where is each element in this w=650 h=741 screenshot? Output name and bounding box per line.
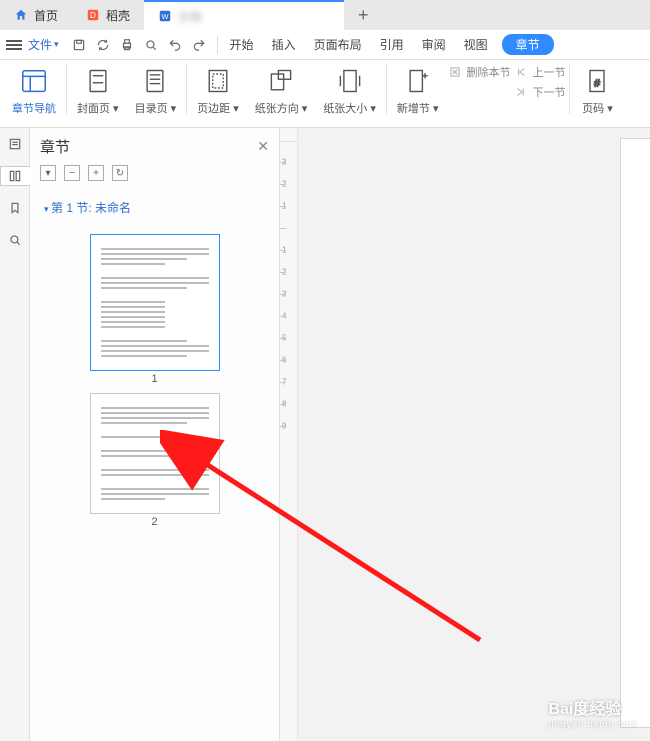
page-number-2: 2	[30, 516, 279, 528]
menu-start[interactable]: 开始	[228, 32, 256, 57]
sidetab-search[interactable]	[5, 230, 25, 250]
side-tabs	[0, 128, 30, 741]
ribbon-orientation[interactable]: 纸张方向 ▾	[249, 64, 314, 116]
sidetab-chapter[interactable]	[0, 166, 30, 186]
ribbon-prev-section[interactable]: 上一节	[514, 64, 565, 80]
menu-pagelayout[interactable]: 页面布局	[312, 32, 364, 57]
page-thumbnail-1[interactable]	[90, 234, 220, 371]
ribbon-margins[interactable]: 页边距 ▾	[191, 64, 245, 116]
label: 删除本节	[466, 64, 510, 80]
ribbon-section-ops: 删除本节	[448, 64, 510, 88]
preview-icon[interactable]	[143, 37, 159, 53]
page-thumbnails: 1 2	[30, 222, 279, 741]
orientation-icon	[264, 64, 298, 98]
file-label: 文件	[28, 36, 52, 53]
word-icon: W	[158, 9, 172, 23]
menu-view[interactable]: 视图	[462, 32, 490, 57]
paper-size-icon	[333, 64, 367, 98]
toc-page-icon	[138, 64, 172, 98]
separator	[186, 64, 187, 114]
label: 页边距 ▾	[197, 100, 239, 116]
ribbon-section-nav: 上一节 下一节	[514, 64, 565, 100]
ribbon-chapter-nav[interactable]: 章节导航	[6, 64, 62, 116]
margins-icon	[201, 64, 235, 98]
ribbon: 章节导航 封面页 ▾ 目录页 ▾ 页边距 ▾ 纸张方向 ▾ 纸张大小 ▾ 新增节…	[0, 60, 650, 128]
ribbon-page-number[interactable]: # 页码 ▾	[574, 64, 620, 116]
document-canvas[interactable]	[298, 128, 650, 741]
quick-access-toolbar	[71, 37, 207, 53]
page-number-1: 1	[30, 373, 279, 385]
cover-page-icon	[81, 64, 115, 98]
save-icon[interactable]	[71, 37, 87, 53]
label: 目录页 ▾	[135, 100, 177, 116]
redo-icon[interactable]	[191, 37, 207, 53]
separator	[386, 64, 387, 114]
ribbon-paper-size[interactable]: 纸张大小 ▾	[317, 64, 382, 116]
section-1-title[interactable]: 第 1 节: 未命名	[30, 189, 279, 222]
file-menu[interactable]: 文件	[28, 36, 59, 53]
chapter-panel: 章节 ✕ ▾ − + ↻ 第 1 节: 未命名 1	[30, 128, 280, 741]
tab-daoke-label: 稻壳	[106, 7, 130, 24]
ribbon-toc-page[interactable]: 目录页 ▾	[129, 64, 183, 116]
separator	[569, 64, 570, 114]
sidetab-outline[interactable]	[5, 134, 25, 154]
menu-chapter-active[interactable]: 章节	[502, 34, 554, 55]
panel-tool-expand[interactable]: ▾	[40, 165, 56, 181]
ribbon-delete-section[interactable]: 删除本节	[448, 64, 510, 80]
panel-tool-add[interactable]: +	[88, 165, 104, 181]
document-page	[620, 138, 650, 728]
plus-icon: +	[358, 5, 369, 26]
svg-text:D: D	[90, 11, 96, 20]
menu-reference[interactable]: 引用	[378, 32, 406, 57]
tab-home-label: 首页	[34, 7, 58, 24]
new-section-icon	[401, 64, 435, 98]
sync-icon[interactable]	[95, 37, 111, 53]
label: 章节导航	[12, 100, 56, 116]
label: 纸张方向 ▾	[255, 100, 308, 116]
home-icon	[14, 8, 28, 22]
panel-toolbar: ▾ − + ↻	[30, 165, 279, 189]
chapter-nav-icon	[17, 64, 51, 98]
ribbon-cover-page[interactable]: 封面页 ▾	[71, 64, 125, 116]
main-area: 章节 ✕ ▾ − + ↻ 第 1 节: 未命名 1	[0, 128, 650, 741]
panel-header: 章节 ✕	[30, 128, 279, 165]
label: 页码 ▾	[582, 100, 613, 116]
separator	[66, 64, 67, 114]
tab-daoke[interactable]: D 稻壳	[72, 0, 144, 30]
label: 下一节	[532, 84, 565, 100]
ribbon-new-section[interactable]: 新增节 ▾	[391, 64, 445, 116]
svg-text:#: #	[595, 77, 601, 89]
undo-icon[interactable]	[167, 37, 183, 53]
ribbon-next-section[interactable]: 下一节	[514, 84, 565, 100]
menu-bar: 文件 开始 插入 页面布局 引用 审阅 视图 章节	[0, 30, 650, 60]
page-number-icon: #	[580, 64, 614, 98]
hamburger-icon[interactable]	[6, 40, 22, 50]
panel-tool-collapse[interactable]: −	[64, 165, 80, 181]
tab-add[interactable]: +	[344, 0, 383, 30]
label: 纸张大小 ▾	[323, 100, 376, 116]
tab-document[interactable]: W 文档	[144, 0, 344, 30]
label: 新增节 ▾	[397, 100, 439, 116]
label: 上一节	[532, 64, 565, 80]
panel-title: 章节	[40, 136, 70, 157]
window-tabs: 首页 D 稻壳 W 文档 +	[0, 0, 650, 30]
print-icon[interactable]	[119, 37, 135, 53]
page-thumbnail-2[interactable]	[90, 393, 220, 514]
menu-review[interactable]: 审阅	[420, 32, 448, 57]
tab-home[interactable]: 首页	[0, 0, 72, 30]
menu-insert[interactable]: 插入	[270, 32, 298, 57]
menu-left: 文件	[6, 36, 59, 53]
panel-tool-refresh[interactable]: ↻	[112, 165, 128, 181]
label: 封面页 ▾	[77, 100, 119, 116]
daoke-icon: D	[86, 8, 100, 22]
tab-document-label: 文档	[178, 8, 318, 25]
sidetab-bookmark[interactable]	[5, 198, 25, 218]
panel-close-button[interactable]: ✕	[257, 138, 269, 155]
main-menus: 开始 插入 页面布局 引用 审阅 视图	[228, 32, 490, 57]
separator	[217, 36, 218, 54]
vertical-ruler: 321123456789	[280, 128, 298, 741]
svg-text:W: W	[161, 12, 169, 21]
